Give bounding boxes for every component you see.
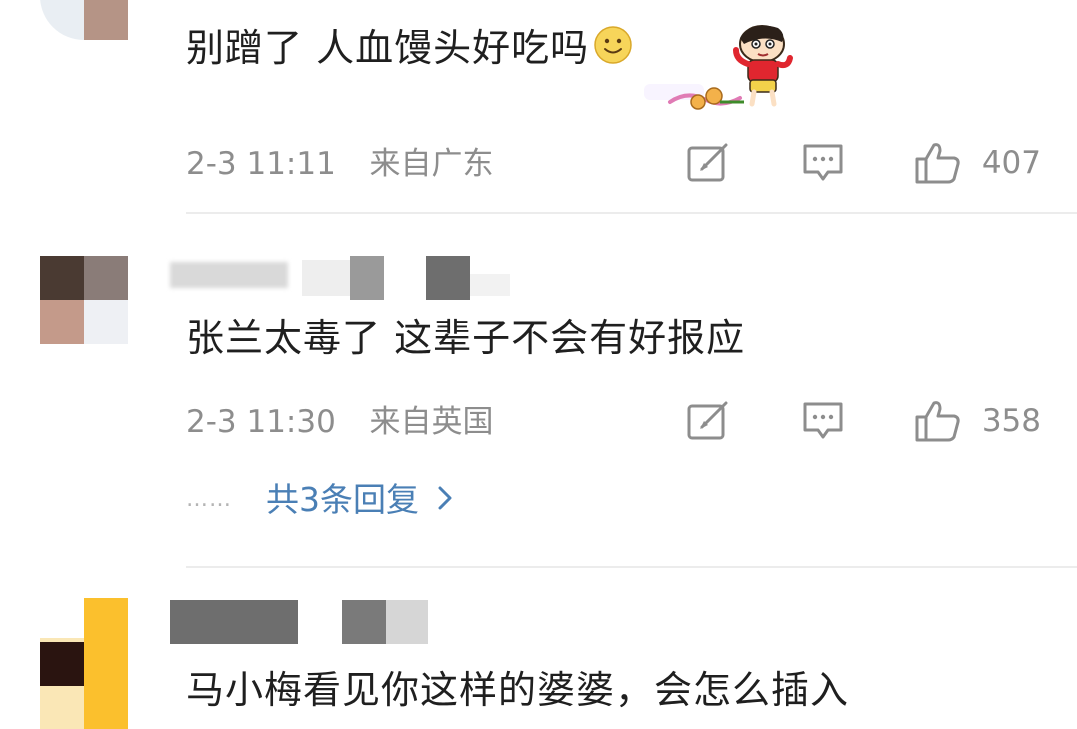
- comment-time: 2-3 11:30: [186, 404, 336, 440]
- comment-location: 来自英国: [369, 404, 494, 440]
- like-count: 358: [981, 403, 1041, 439]
- comment-text: 马小梅看见你这样的婆婆，会怎么插入: [186, 668, 850, 712]
- repost-button[interactable]: [686, 143, 730, 183]
- view-replies-link[interactable]: …… 共3条回复: [186, 478, 453, 522]
- like-icon: [914, 399, 962, 443]
- comment-text: 别蹭了 人血馒头好吃吗: [186, 24, 633, 76]
- comment-actions: 358: [686, 399, 1041, 443]
- repost-icon: [686, 401, 730, 441]
- like-button[interactable]: 407: [914, 141, 1041, 185]
- chevron-right-icon: [437, 478, 453, 522]
- comment-meta: 2-3 11:30 来自英国: [186, 402, 494, 442]
- username-blurred[interactable]: [170, 256, 530, 300]
- crayon-shin-chan-sticker: [644, 14, 794, 110]
- comment-button[interactable]: [802, 401, 844, 441]
- like-button[interactable]: 358: [914, 399, 1041, 443]
- like-icon: [914, 141, 962, 185]
- repost-button[interactable]: [686, 401, 730, 441]
- repost-icon: [686, 143, 730, 183]
- divider: [186, 212, 1077, 214]
- replies-dots: ……: [186, 487, 232, 512]
- comment-icon: [802, 143, 844, 183]
- divider: [186, 566, 1077, 568]
- comment-location: 来自广东: [369, 146, 494, 182]
- comment-text: 张兰太毒了 这辈子不会有好报应: [186, 316, 746, 360]
- comment-button[interactable]: [802, 143, 844, 183]
- username-blurred[interactable]: [170, 600, 440, 644]
- replies-count-label: 共3条回复: [266, 480, 419, 519]
- comment-time: 2-3 11:11: [186, 146, 336, 182]
- avatar[interactable]: [40, 598, 128, 729]
- comment-text-content: 别蹭了 人血馒头好吃吗: [186, 26, 590, 70]
- comment-icon: [802, 401, 844, 441]
- avatar[interactable]: [40, 0, 128, 40]
- like-count: 407: [981, 145, 1041, 181]
- comment-actions: 407: [686, 141, 1041, 185]
- comment-meta: 2-3 11:11 来自广东: [186, 144, 494, 184]
- avatar[interactable]: [40, 256, 128, 344]
- smile-emoji-icon: [593, 25, 633, 76]
